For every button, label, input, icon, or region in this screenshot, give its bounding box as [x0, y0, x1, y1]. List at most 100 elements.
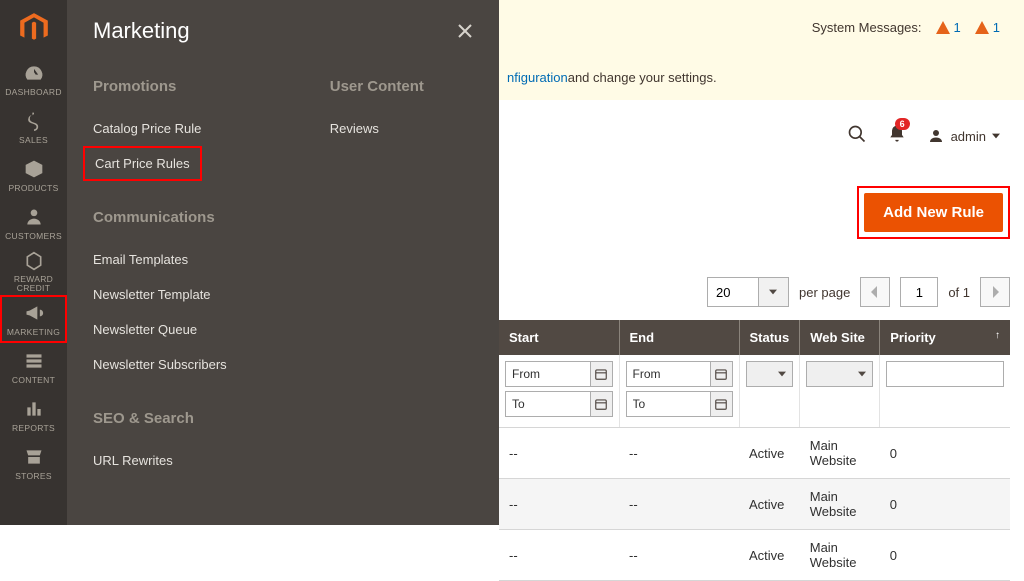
th-status[interactable]: Status [739, 320, 800, 355]
link-newsletter-subscribers[interactable]: Newsletter Subscribers [93, 347, 227, 382]
th-start[interactable]: Start [499, 320, 619, 355]
cell-priority: 0 [880, 428, 1010, 479]
cell-site: Main Website [800, 428, 880, 479]
rail-marketing[interactable]: MARKETING [0, 295, 67, 343]
rail-item-label: STORES [15, 471, 52, 481]
rail-products[interactable]: PRODUCTS [0, 151, 67, 199]
next-page-button[interactable] [980, 277, 1010, 307]
account-dropdown[interactable]: admin [927, 127, 1000, 145]
cell-site: Main Website [800, 479, 880, 530]
notifications-icon[interactable]: 6 [887, 124, 907, 149]
th-priority[interactable]: Priority ↑ [880, 320, 1010, 355]
rail-dashboard[interactable]: DASHBOARD [0, 55, 67, 103]
system-messages-label: System Messages: [812, 20, 922, 35]
cell-end: -- [619, 428, 739, 479]
warning-badge-1[interactable]: 1 [936, 20, 961, 35]
filter-start-from[interactable] [505, 361, 591, 387]
rail-sales[interactable]: SALES [0, 103, 67, 151]
actions-row: Add New Rule [499, 184, 1024, 240]
page-size-select[interactable] [707, 277, 789, 307]
page-total-label: of 1 [948, 285, 970, 300]
cell-start: -- [499, 530, 619, 581]
notifications-count: 6 [895, 118, 910, 130]
filter-status-select[interactable] [746, 361, 794, 387]
link-cart-price-rules[interactable]: Cart Price Rules [83, 146, 202, 181]
calendar-icon[interactable] [711, 391, 733, 417]
link-newsletter-queue[interactable]: Newsletter Queue [93, 312, 197, 347]
avatar-icon [927, 127, 945, 145]
chart-icon [23, 398, 45, 420]
filter-row [499, 355, 1010, 428]
account-name: admin [951, 129, 986, 144]
box-icon [23, 158, 45, 180]
rail-reward[interactable]: REWARD CREDIT [0, 247, 67, 295]
cell-priority: 0 [880, 479, 1010, 530]
rail-item-label: DASHBOARD [5, 87, 62, 97]
table-row[interactable]: -- -- Active Main Website 0 [499, 479, 1010, 530]
chevron-down-icon[interactable] [759, 277, 789, 307]
rail-item-label: PRODUCTS [8, 183, 58, 193]
marketing-panel: Marketing Promotions Catalog Price Rule … [67, 0, 499, 525]
add-new-rule-button[interactable]: Add New Rule [864, 193, 1003, 232]
warning-icon [975, 21, 989, 34]
hexagon-icon [23, 250, 45, 272]
th-website[interactable]: Web Site [800, 320, 880, 355]
search-icon[interactable] [847, 124, 867, 149]
link-url-rewrites[interactable]: URL Rewrites [93, 443, 173, 478]
cell-status: Active [739, 479, 800, 530]
rail-stores[interactable]: STORES [0, 439, 67, 487]
calendar-icon[interactable] [591, 391, 613, 417]
section-promotions: Promotions [93, 78, 276, 95]
prev-page-button[interactable] [860, 277, 890, 307]
cell-start: -- [499, 479, 619, 530]
link-newsletter-template[interactable]: Newsletter Template [93, 277, 211, 312]
cell-start: -- [499, 428, 619, 479]
filter-end-from[interactable] [626, 361, 711, 387]
warning-count: 1 [993, 20, 1000, 35]
filter-website-select[interactable] [806, 361, 873, 387]
config-link[interactable]: nfiguration [507, 70, 568, 85]
rail-item-label: CONTENT [12, 375, 55, 385]
filter-priority-input[interactable] [886, 361, 1004, 387]
calendar-icon[interactable] [591, 361, 613, 387]
filter-end-to[interactable] [626, 391, 711, 417]
page-header-actions: 6 admin [499, 100, 1024, 172]
pager: per page of 1 [499, 272, 1024, 312]
table-row[interactable]: -- -- Active Main Website 0 [499, 530, 1010, 581]
link-email-templates[interactable]: Email Templates [93, 242, 188, 277]
section-seo: SEO & Search [93, 410, 276, 427]
gauge-icon [23, 62, 45, 84]
rules-table: Start End Status Web Site Priority ↑ [499, 320, 1010, 581]
filter-start-to[interactable] [505, 391, 591, 417]
magento-logo [0, 0, 67, 55]
table-row[interactable]: -- -- Active Main Website 0 [499, 428, 1010, 479]
per-page-label: per page [799, 285, 850, 300]
th-end[interactable]: End [619, 320, 739, 355]
rail-item-label: MARKETING [7, 327, 60, 337]
calendar-icon[interactable] [711, 361, 733, 387]
layers-icon [23, 350, 45, 372]
cell-status: Active [739, 530, 800, 581]
warning-icon [936, 21, 950, 34]
rail-item-label: CUSTOMERS [5, 231, 62, 241]
system-messages-bar: System Messages: 1 1 [499, 0, 1024, 54]
rail-customers[interactable]: CUSTOMERS [0, 199, 67, 247]
dollar-icon [23, 110, 45, 132]
rail-content[interactable]: CONTENT [0, 343, 67, 391]
th-priority-label: Priority [890, 330, 936, 345]
cell-end: -- [619, 479, 739, 530]
panel-title: Marketing [93, 18, 190, 44]
link-reviews[interactable]: Reviews [330, 111, 379, 146]
section-user-content: User Content [330, 78, 473, 95]
rail-item-label: REPORTS [12, 423, 55, 433]
admin-rail: DASHBOARD SALES PRODUCTS CUSTOMERS REWAR… [0, 0, 67, 525]
cell-priority: 0 [880, 530, 1010, 581]
link-catalog-price-rule[interactable]: Catalog Price Rule [93, 111, 201, 146]
warning-badge-2[interactable]: 1 [975, 20, 1000, 35]
page-size-input[interactable] [707, 277, 759, 307]
close-icon[interactable] [457, 23, 473, 39]
rail-reports[interactable]: REPORTS [0, 391, 67, 439]
current-page-input[interactable] [900, 277, 938, 307]
rail-item-label: SALES [19, 135, 48, 145]
cell-status: Active [739, 428, 800, 479]
